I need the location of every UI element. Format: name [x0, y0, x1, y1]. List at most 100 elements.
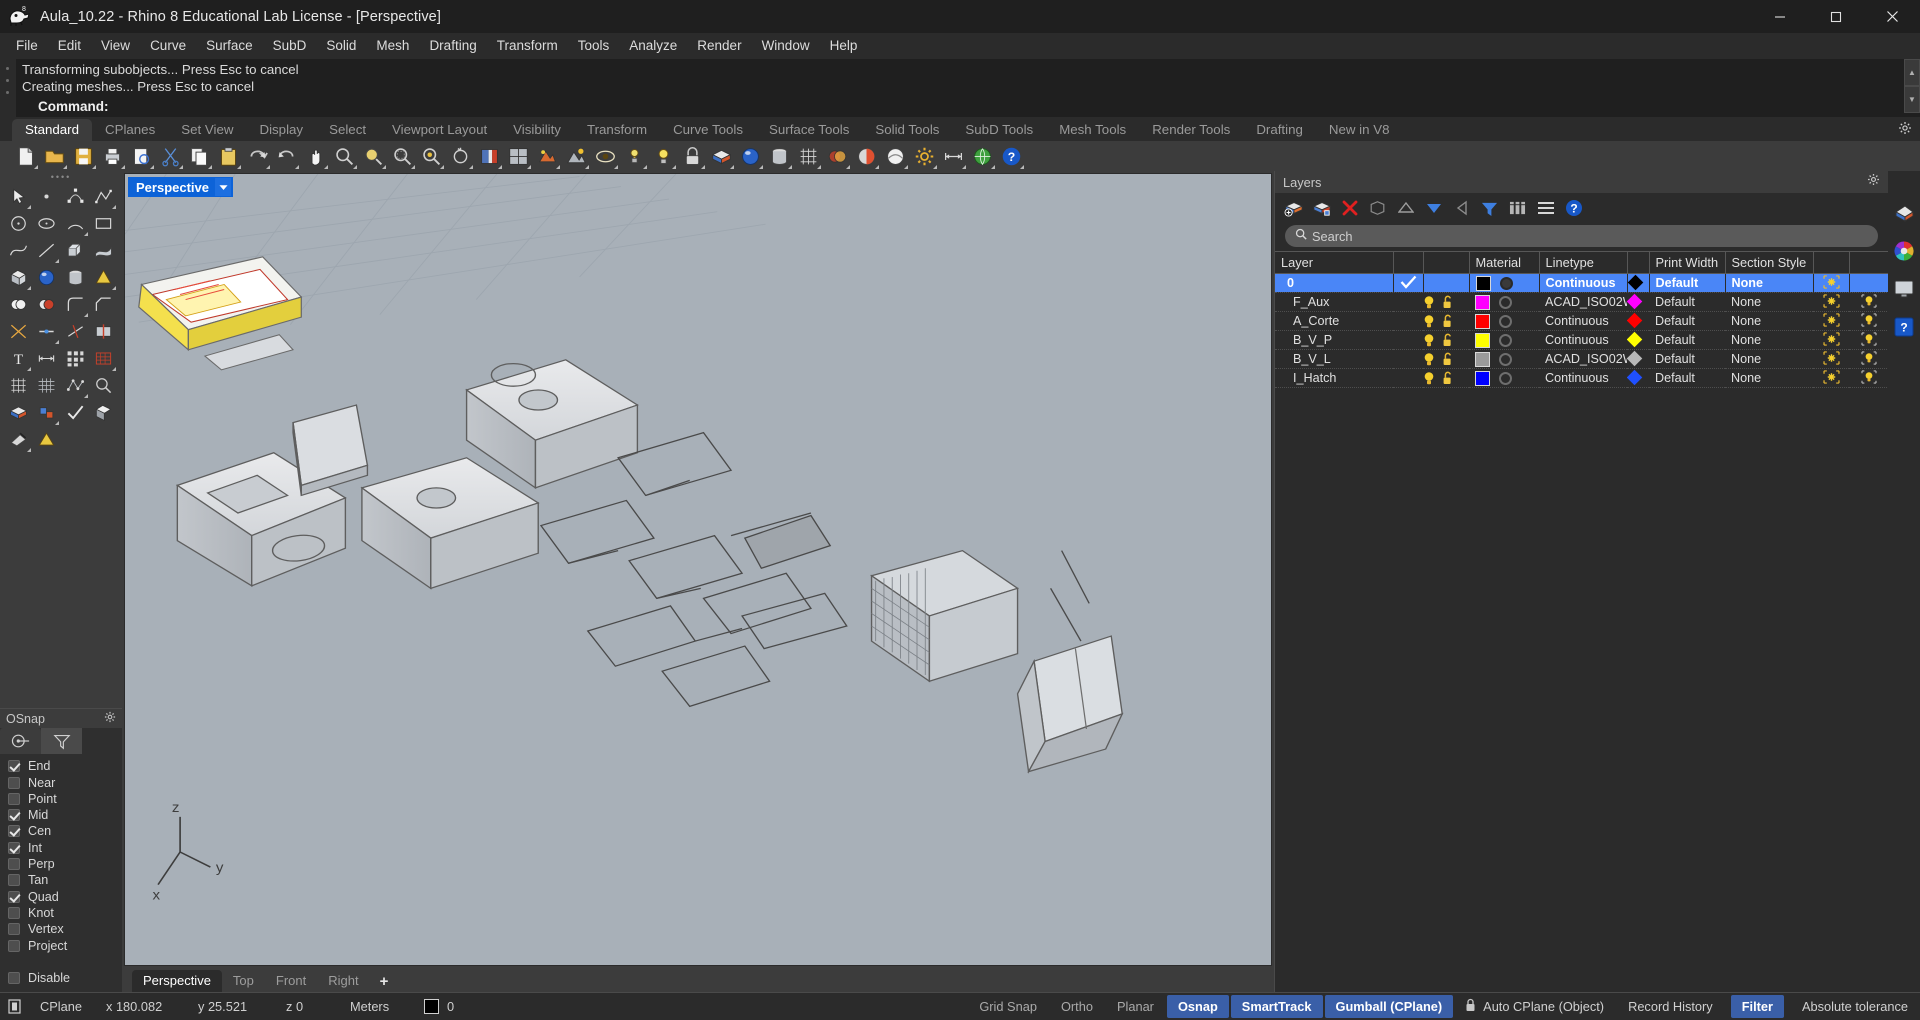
control-points-icon[interactable] [61, 183, 90, 210]
layer-section-style-cell[interactable]: None [1725, 368, 1813, 388]
layer-color-swatch[interactable] [1475, 313, 1490, 329]
hide-icon[interactable] [592, 143, 619, 169]
menu-item-window[interactable]: Window [752, 35, 820, 57]
menu-item-edit[interactable]: Edit [48, 35, 91, 57]
osnap-checkbox[interactable] [8, 939, 20, 952]
cut-scissors-icon[interactable] [157, 143, 184, 169]
osnap-option-point[interactable]: Point [8, 791, 122, 807]
properties-icon[interactable] [1892, 201, 1916, 225]
rectangle-icon[interactable] [90, 210, 119, 237]
layer-material-cell[interactable] [1469, 330, 1539, 350]
scroll-down-button[interactable]: ▼ [1904, 86, 1920, 113]
osnap-option-end[interactable]: End [8, 758, 122, 774]
layer-name-cell[interactable]: 0 [1275, 273, 1394, 293]
auto-cplane[interactable]: Auto CPlane (Object) [1453, 998, 1616, 1015]
palette-grip[interactable]: •••• [0, 171, 122, 183]
layer-visibility-cell[interactable] [1423, 273, 1470, 293]
sphere-icon[interactable] [737, 143, 764, 169]
menu-item-help[interactable]: Help [820, 35, 868, 57]
ellipse-icon[interactable] [33, 210, 62, 237]
cylinder-icon[interactable] [766, 143, 793, 169]
command-prompt-row[interactable]: Command: [16, 95, 1920, 117]
layer-name-cell[interactable]: B_V_P [1275, 330, 1393, 350]
ribbon-tab-drafting[interactable]: Drafting [1243, 119, 1316, 141]
layer-material-cell[interactable] [1469, 273, 1540, 293]
osnap-checkbox[interactable] [8, 809, 20, 822]
menu-item-subd[interactable]: SubD [263, 35, 317, 57]
viewport-title-bar[interactable]: Perspective [128, 177, 233, 197]
layer-visibility-cell[interactable] [1423, 311, 1469, 331]
osnap-option-knot[interactable]: Knot [8, 905, 122, 921]
layer-row[interactable]: B_V_P Continuous Default None [1275, 330, 1889, 350]
status-toggle-grid-snap[interactable]: Grid Snap [968, 995, 1048, 1018]
layer-render-visibility-cell[interactable] [1813, 273, 1850, 293]
split-icon[interactable] [90, 318, 119, 345]
print-preview-icon[interactable] [128, 143, 155, 169]
viewport-tab-perspective[interactable]: Perspective [132, 970, 222, 992]
add-viewport-tab-button[interactable]: + [370, 971, 399, 992]
menu-item-analyze[interactable]: Analyze [619, 35, 687, 57]
layer-material-circle-icon[interactable] [1499, 276, 1513, 290]
osnap-option-near[interactable]: Near [8, 774, 122, 790]
status-toggle-ortho[interactable]: Ortho [1050, 995, 1104, 1018]
ribbon-tab-curve-tools[interactable]: Curve Tools [660, 119, 756, 141]
surface-icon[interactable] [90, 237, 119, 264]
osnap-option-disable[interactable]: Disable [8, 970, 122, 986]
layer-color-swatch[interactable] [1475, 370, 1490, 386]
layer-current-cell[interactable] [1393, 330, 1423, 350]
layer-linetype-color-cell[interactable] [1627, 292, 1649, 312]
layer-icon[interactable] [708, 143, 735, 169]
earth-icon[interactable] [969, 143, 996, 169]
menu-item-solid[interactable]: Solid [316, 35, 366, 57]
join-icon[interactable] [33, 318, 62, 345]
array-icon[interactable] [61, 345, 90, 372]
menu-item-transform[interactable]: Transform [487, 35, 568, 57]
analyze-icon[interactable] [90, 372, 119, 399]
layer-light-cell[interactable] [1849, 349, 1889, 369]
menu-item-surface[interactable]: Surface [196, 35, 263, 57]
close-button[interactable] [1864, 0, 1920, 33]
layer-linetype-cell[interactable]: Continuous [1539, 311, 1627, 331]
box-icon[interactable] [4, 264, 33, 291]
ribbon-tab-render-tools[interactable]: Render Tools [1139, 119, 1243, 141]
boolean-difference-icon[interactable] [33, 291, 62, 318]
osnap-option-cen[interactable]: Cen [8, 823, 122, 839]
layer-material-circle-icon[interactable] [1499, 352, 1512, 366]
mesh-icon[interactable] [795, 143, 822, 169]
menu-item-mesh[interactable]: Mesh [366, 35, 419, 57]
record-history[interactable]: Record History [1616, 999, 1725, 1014]
filter-tab-icon[interactable] [41, 728, 82, 755]
ribbon-options-gear-icon[interactable] [1898, 121, 1912, 140]
material-icon[interactable] [853, 143, 880, 169]
cplane-label[interactable]: CPlane [28, 999, 94, 1014]
shaded-view-icon[interactable] [476, 143, 503, 169]
move-down-icon[interactable] [1421, 196, 1446, 220]
menu-item-file[interactable]: File [6, 35, 48, 57]
pan-hand-icon[interactable] [302, 143, 329, 169]
osnap-option-quad[interactable]: Quad [8, 889, 122, 905]
ribbon-tab-visibility[interactable]: Visibility [500, 119, 574, 141]
dimension-icon[interactable] [33, 345, 62, 372]
hatch-icon[interactable] [90, 345, 119, 372]
layer-print-width-cell[interactable]: Default [1649, 349, 1725, 369]
display-icon[interactable] [1892, 277, 1916, 301]
osnap-option-int[interactable]: Int [8, 840, 122, 856]
cone-icon[interactable] [90, 264, 119, 291]
circle-icon[interactable] [4, 210, 33, 237]
chamfer-icon[interactable] [90, 291, 119, 318]
menu-item-view[interactable]: View [91, 35, 140, 57]
layer-name-cell[interactable]: I_Hatch [1275, 368, 1393, 388]
lock-icon[interactable] [679, 143, 706, 169]
mesh-tools-icon[interactable] [61, 372, 90, 399]
search-input[interactable]: Search [1285, 225, 1878, 247]
boolean-icon[interactable] [824, 143, 851, 169]
layer-section-style-cell[interactable]: None [1725, 330, 1813, 350]
layer-section-style-cell[interactable]: None [1725, 311, 1813, 331]
layers-column-header-layer[interactable]: Layer [1275, 251, 1394, 274]
select-objects-icon[interactable] [1365, 196, 1390, 220]
layers-column-header-material[interactable]: Material [1469, 251, 1540, 274]
block-icon[interactable] [33, 399, 62, 426]
layer-render-visibility-cell[interactable] [1813, 368, 1849, 388]
layer-color-swatch[interactable] [1475, 294, 1490, 310]
osnap-option-project[interactable]: Project [8, 937, 122, 953]
